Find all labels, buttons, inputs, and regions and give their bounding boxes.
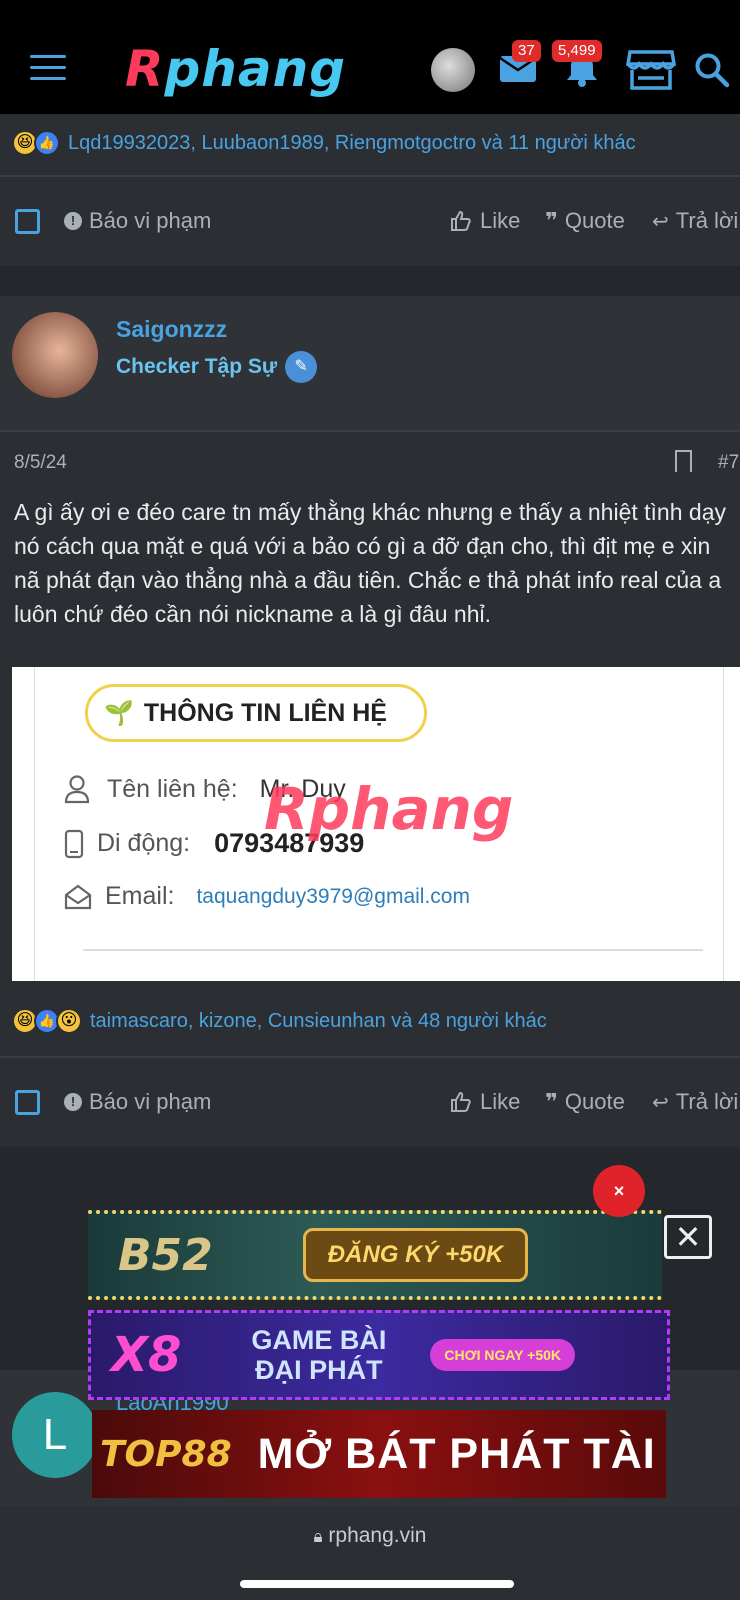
like-reaction-icon: 👍 <box>34 130 60 156</box>
reply-button[interactable]: ↩ Trả lời <box>652 208 738 234</box>
app: Rphang 37 5,499 😆 👍 Lqd19932023, Luubaon… <box>0 0 740 1600</box>
post-body: A gì ấy ơi e đéo care tn mấy thằng khác … <box>14 499 726 627</box>
wow-reaction-icon: 😮 <box>56 1008 82 1034</box>
quote-button[interactable]: ❞ Quote <box>545 1089 625 1115</box>
close-ads-box-button[interactable]: ✕ <box>664 1215 712 1259</box>
post-separator <box>0 266 740 296</box>
thumbs-up-icon <box>451 1091 471 1112</box>
user-avatar[interactable] <box>431 48 475 92</box>
reactions-list[interactable]: Lqd19932023, Luubaon1989, Riengmotgoctro… <box>68 132 636 155</box>
alerts-button[interactable]: 5,499 <box>552 40 602 93</box>
contact-title-pill: 🌱 THÔNG TIN LIÊN HỆ <box>85 684 427 742</box>
report-button[interactable]: ! Báo vi phạm <box>64 208 211 234</box>
ad-cta-button: ĐĂNG KÝ +50K <box>302 1228 529 1282</box>
reactions-list[interactable]: taimascaro, kizone, Cunsieunhan và 48 ng… <box>90 1010 547 1033</box>
store-icon <box>625 50 677 90</box>
reply-button[interactable]: ↩ Trả lời <box>652 1089 738 1115</box>
quote-icon: ❞ <box>545 1089 558 1114</box>
watermark-logo: Rphang <box>264 775 514 843</box>
ad-banner-top88[interactable]: TOP88 MỞ BÁT PHÁT TÀI <box>92 1410 666 1498</box>
post-image[interactable]: 🌱 THÔNG TIN LIÊN HỆ Tên liên hệ: Mr. Duy… <box>12 667 740 981</box>
warning-icon: ! <box>64 1093 82 1111</box>
post-header: Saigonzzz Checker Tập Sự ✎ <box>0 296 740 430</box>
prev-post-actions: ! Báo vi phạm Like ❞ Quote ↩ Trả lời <box>0 178 740 266</box>
post-reactions[interactable]: 😆 👍 😮 taimascaro, kizone, Cunsieunhan và… <box>12 1004 547 1038</box>
site-logo[interactable]: Rphang <box>125 40 346 100</box>
like-button[interactable]: Like <box>449 208 520 234</box>
author-avatar[interactable] <box>12 312 98 398</box>
browser-bottom-bar: 🔒︎ rphang.vin <box>0 1506 740 1600</box>
ad-banner-b52[interactable]: B52 ĐĂNG KÝ +50K <box>88 1210 662 1300</box>
post-date[interactable]: 8/5/24 <box>14 452 67 474</box>
author-avatar[interactable]: L <box>12 1392 98 1478</box>
like-button[interactable]: Like <box>449 1089 520 1115</box>
ad-banner-x8[interactable]: X8 GAME BÀI ĐẠI PHÁT CHƠI NGAY +50K <box>88 1310 670 1400</box>
home-indicator[interactable] <box>240 1580 514 1588</box>
divider <box>0 1056 740 1058</box>
prev-post-reactions[interactable]: 😆 👍 Lqd19932023, Luubaon1989, Riengmotgo… <box>12 126 636 160</box>
search-button[interactable] <box>694 52 730 93</box>
divider <box>0 175 740 177</box>
author-username[interactable]: Saigonzzz <box>116 316 227 343</box>
bookmark-icon[interactable] <box>675 450 692 472</box>
person-icon <box>64 775 90 804</box>
messages-badge: 37 <box>512 40 541 62</box>
top-nav-bar: Rphang 37 5,499 <box>0 0 740 114</box>
lock-icon: 🔒︎ <box>313 1527 323 1546</box>
select-checkbox[interactable] <box>15 209 40 234</box>
quote-icon: ❞ <box>545 208 558 233</box>
contact-email-row: Email: taquangduy3979@gmail.com <box>63 882 470 911</box>
url-bar[interactable]: 🔒︎ rphang.vin <box>0 1524 740 1548</box>
author-title: Checker Tập Sự ✎ <box>116 351 318 383</box>
search-icon <box>695 53 730 88</box>
ad-cta-button: CHƠI NGAY +50K <box>430 1339 576 1371</box>
envelope-open-icon <box>64 884 92 909</box>
warning-icon: ! <box>64 212 82 230</box>
post-number[interactable]: #7 <box>718 452 739 474</box>
close-ad-button[interactable]: × <box>593 1165 645 1217</box>
alerts-badge: 5,499 <box>552 40 602 62</box>
report-button[interactable]: ! Báo vi phạm <box>64 1089 211 1115</box>
divider <box>0 430 740 432</box>
checker-badge-icon: ✎ <box>285 351 318 383</box>
quote-button[interactable]: ❞ Quote <box>545 208 625 234</box>
phone-icon <box>64 829 84 858</box>
menu-icon[interactable] <box>30 55 66 83</box>
select-checkbox[interactable] <box>15 1090 40 1115</box>
store-button[interactable] <box>625 48 677 97</box>
thumbs-up-icon <box>451 210 471 231</box>
divider <box>83 949 703 951</box>
reply-icon: ↩ <box>652 210 669 233</box>
reply-icon: ↩ <box>652 1091 669 1114</box>
sprout-icon: 🌱 <box>104 699 134 727</box>
post-actions: ! Báo vi phạm Like ❞ Quote ↩ Trả lời <box>0 1059 740 1147</box>
messages-button[interactable]: 37 <box>498 40 541 91</box>
